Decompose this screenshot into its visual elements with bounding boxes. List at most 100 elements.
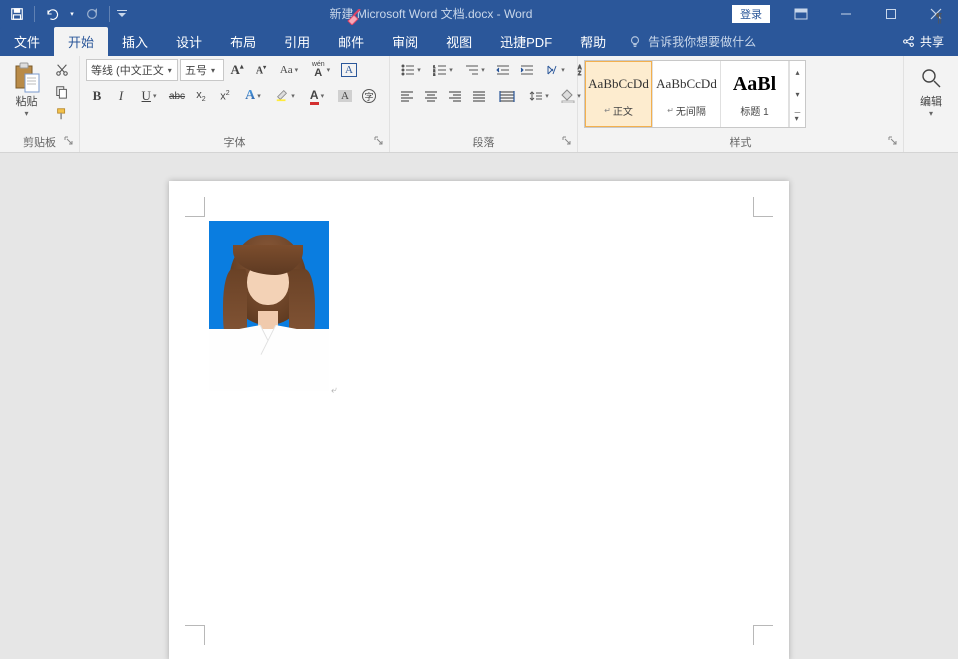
minimize-button[interactable] [823, 0, 868, 27]
undo-button[interactable] [39, 0, 65, 27]
group-font: 等线 (中文正文▾ 五号▾ A▴ A▾ Aa wénA A B I U abc … [80, 56, 390, 152]
shrink-font-button[interactable]: A▾ [250, 59, 272, 81]
style-heading-1[interactable]: AaBl 标题 1 [721, 61, 789, 127]
margin-corner-tl [185, 197, 205, 217]
grow-font-button[interactable]: A▴ [226, 59, 248, 81]
clipboard-launcher[interactable] [63, 136, 75, 148]
group-editing: 编辑 ▾ [904, 56, 958, 152]
style-no-spacing[interactable]: AaBbCcDd 无间隔 [653, 61, 721, 127]
tell-me-search[interactable]: 告诉我你想要做什么 [628, 27, 756, 56]
lightbulb-icon [628, 35, 642, 49]
tab-insert[interactable]: 插入 [108, 27, 162, 56]
titlebar-right: 登录 [732, 0, 958, 27]
gallery-scroll: ▴ ▾ ─▾ [789, 61, 805, 127]
paste-label: 粘贴 [16, 95, 38, 109]
line-spacing-button[interactable] [524, 85, 554, 107]
document-area[interactable]: ⤶ [0, 153, 958, 659]
gallery-more[interactable]: ─▾ [790, 105, 805, 127]
paste-button[interactable]: 粘贴 ▾ [6, 59, 47, 119]
copy-button[interactable] [51, 81, 73, 103]
align-distributed-button[interactable] [492, 85, 522, 107]
show-marks-button[interactable]: ¶ [928, 6, 950, 28]
tell-me-label: 告诉我你想要做什么 [648, 33, 756, 50]
paragraph-launcher[interactable] [561, 136, 573, 148]
share-icon [902, 35, 915, 48]
tab-view[interactable]: 视图 [432, 27, 486, 56]
inserted-photo[interactable] [209, 221, 329, 391]
bold-button[interactable]: B [86, 85, 108, 107]
tab-help[interactable]: 帮助 [566, 27, 620, 56]
paste-icon [11, 61, 43, 95]
share-label: 共享 [920, 33, 944, 50]
phonetic-guide-button[interactable]: wénA [306, 59, 336, 81]
numbering-button[interactable]: 123 [428, 59, 458, 81]
tab-references[interactable]: 引用 [270, 27, 324, 56]
increase-indent-button[interactable] [516, 59, 538, 81]
clear-formatting-button[interactable] [344, 6, 366, 28]
highlight-button[interactable] [270, 85, 300, 107]
italic-button[interactable]: I [110, 85, 132, 107]
tab-design[interactable]: 设计 [162, 27, 216, 56]
ribbon-options-button[interactable] [778, 0, 823, 27]
margin-corner-bl [185, 625, 205, 645]
document-title: 新建 Microsoft Word 文档.docx - Word [130, 5, 732, 22]
page[interactable]: ⤶ [169, 181, 789, 659]
format-painter-button[interactable] [51, 103, 73, 125]
tab-home[interactable]: 开始 [54, 27, 108, 56]
styles-launcher[interactable] [887, 136, 899, 148]
quick-access-toolbar: ▾ [0, 0, 130, 27]
editing-label: 编辑 [920, 95, 942, 109]
font-color-button[interactable]: A [302, 85, 332, 107]
strikethrough-button[interactable]: abc [166, 85, 188, 107]
superscript-button[interactable]: x2 [214, 85, 236, 107]
decrease-indent-button[interactable] [492, 59, 514, 81]
font-size-combo[interactable]: 五号▾ [180, 59, 224, 81]
character-border-button[interactable]: A [338, 59, 360, 81]
align-right-button[interactable] [444, 85, 466, 107]
redo-button[interactable] [79, 0, 105, 27]
align-center-button[interactable] [420, 85, 442, 107]
tab-layout[interactable]: 布局 [216, 27, 270, 56]
gallery-down[interactable]: ▾ [790, 83, 805, 105]
font-name-combo[interactable]: 等线 (中文正文▾ [86, 59, 178, 81]
align-left-button[interactable] [396, 85, 418, 107]
underline-button[interactable]: U [134, 85, 164, 107]
bullets-button[interactable] [396, 59, 426, 81]
paragraph-mark: ⤶ [331, 385, 337, 396]
subscript-button[interactable]: x2 [190, 85, 212, 107]
margin-corner-br [753, 625, 773, 645]
style-normal[interactable]: AaBbCcDd 正文 [585, 61, 653, 127]
font-group-label: 字体 [224, 137, 246, 149]
asian-layout-button[interactable] [540, 59, 570, 81]
ribbon-tabs: 文件 开始 插入 设计 布局 引用 邮件 审阅 视图 迅捷PDF 帮助 告诉我你… [0, 27, 958, 56]
font-launcher[interactable] [373, 136, 385, 148]
text-effects-button[interactable]: A [238, 85, 268, 107]
tab-mailings[interactable]: 邮件 [324, 27, 378, 56]
share-button[interactable]: 共享 [888, 27, 958, 56]
ribbon: 粘贴 ▾ 剪贴板 等线 (中文正文▾ 五号▾ A▴ A▾ Aa wénA A [0, 56, 958, 153]
enclose-characters-button[interactable]: 字 [358, 85, 380, 107]
character-shading-button[interactable]: A [334, 85, 356, 107]
cut-button[interactable] [51, 59, 73, 81]
change-case-button[interactable]: Aa [274, 59, 304, 81]
gallery-up[interactable]: ▴ [790, 61, 805, 83]
styles-group-label: 样式 [730, 137, 752, 149]
paragraph-group-label: 段落 [473, 137, 495, 149]
login-button[interactable]: 登录 [732, 5, 770, 23]
tab-review[interactable]: 审阅 [378, 27, 432, 56]
styles-gallery[interactable]: AaBbCcDd 正文 AaBbCcDd 无间隔 AaBl 标题 1 ▴ ▾ ─… [584, 60, 806, 128]
group-styles: AaBbCcDd 正文 AaBbCcDd 无间隔 AaBl 标题 1 ▴ ▾ ─… [578, 56, 904, 152]
tab-file[interactable]: 文件 [0, 27, 54, 56]
margin-corner-tr [753, 197, 773, 217]
save-button[interactable] [4, 0, 30, 27]
align-justify-button[interactable] [468, 85, 490, 107]
tab-pdf[interactable]: 迅捷PDF [486, 27, 566, 56]
find-icon [915, 61, 947, 95]
editing-button[interactable]: 编辑 ▾ [911, 59, 951, 119]
maximize-button[interactable] [868, 0, 913, 27]
undo-dropdown[interactable]: ▾ [65, 0, 79, 27]
multilevel-list-button[interactable] [460, 59, 490, 81]
group-clipboard: 粘贴 ▾ 剪贴板 [0, 56, 80, 152]
qat-customize[interactable] [114, 0, 130, 27]
group-paragraph: 123 AZ ¶ 段落 [390, 56, 578, 152]
